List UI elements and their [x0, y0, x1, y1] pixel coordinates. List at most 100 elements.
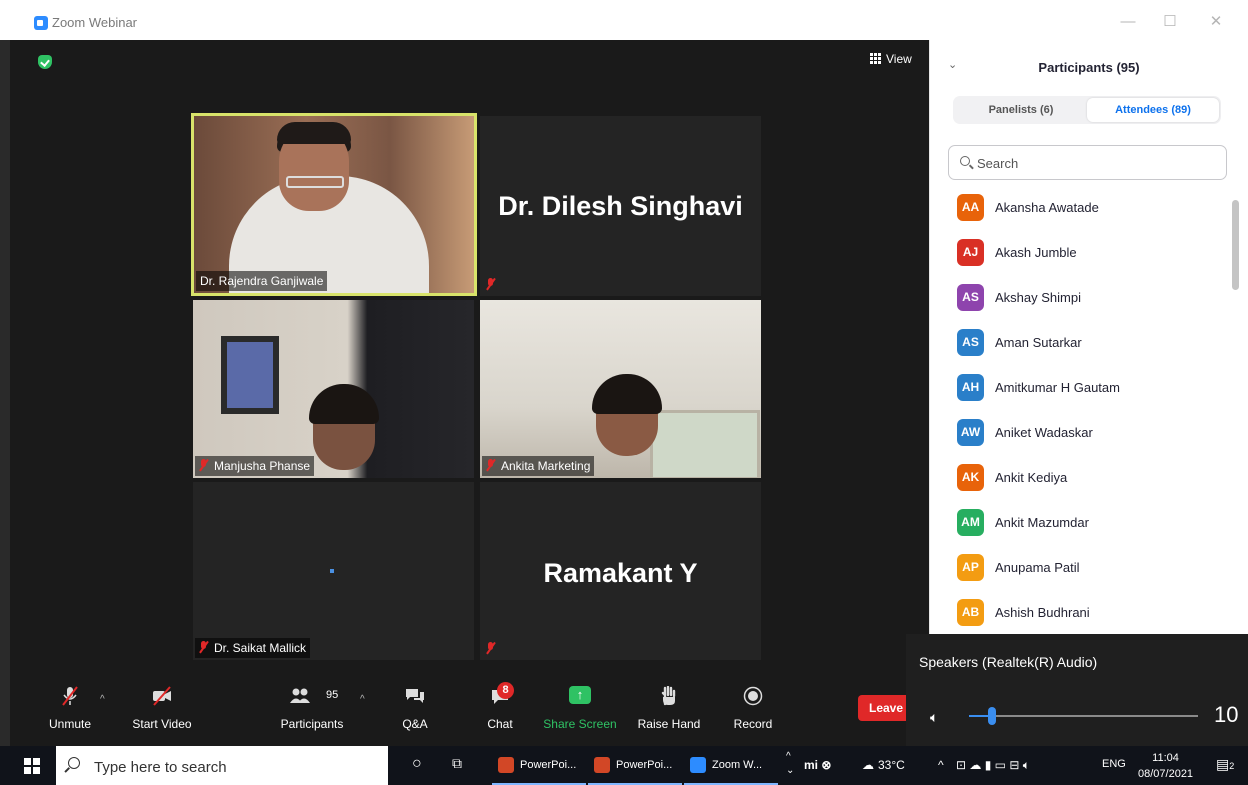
cortana-icon[interactable]: ○	[412, 755, 422, 773]
attendee-name: Akansha Awatade	[995, 200, 1099, 215]
video-wall-frame	[221, 336, 279, 414]
participant-name-tag: Manjusha Phanse	[195, 456, 315, 476]
weather-icon: ☁	[862, 758, 874, 772]
share-screen-button[interactable]: ↑ Share Screen	[540, 676, 620, 746]
video-hair-top	[277, 122, 351, 144]
meeting-toolbar: Unmute ^ Start Video 95 Participants ^ Q…	[10, 676, 929, 746]
mic-off-icon	[62, 686, 78, 706]
taskbar-app-zoom[interactable]: Zoom W...	[684, 746, 778, 785]
attendee-row[interactable]: AS Aman Sutarkar	[930, 320, 1230, 365]
show-hidden-icons-caret-icon[interactable]: ^	[938, 758, 944, 772]
window-title: Zoom Webinar	[52, 15, 138, 30]
tab-attendees[interactable]: Attendees (89)	[1087, 98, 1219, 122]
taskbar-app-powerpoint-2[interactable]: PowerPoi...	[588, 746, 682, 785]
attendee-list-scrollbar[interactable]	[1232, 200, 1239, 290]
unmute-label: Unmute	[48, 717, 92, 731]
attendee-row[interactable]: AK Ankit Kediya	[930, 455, 1230, 500]
zoom-logo-icon	[34, 16, 48, 30]
chat-label: Chat	[487, 717, 513, 731]
video-tile-dilesh[interactable]: Dr. Dilesh Singhavi	[480, 116, 761, 296]
participants-label: Participants	[280, 717, 344, 731]
attendee-name: Anupama Patil	[995, 560, 1080, 575]
video-tile-saikat[interactable]: Dr. Saikat Mallick	[193, 482, 474, 660]
share-screen-icon: ↑	[569, 686, 591, 704]
panel-title: Participants (95)	[1038, 60, 1140, 75]
avatar: AS	[957, 284, 984, 311]
muted-mic-icon	[486, 459, 495, 471]
mi-app-icon[interactable]: mi ⊗	[804, 758, 831, 772]
avatar: AJ	[957, 239, 984, 266]
audio-options-caret-icon[interactable]: ^	[100, 694, 105, 705]
video-tile-ramakant[interactable]: Ramakant Y	[480, 482, 761, 660]
search-icon	[68, 757, 80, 769]
task-view-icon[interactable]: ⧉	[452, 755, 462, 772]
windows-taskbar: Type here to search ○ ⧉ PowerPoi... Powe…	[0, 746, 1248, 785]
attendee-row[interactable]: AB Ashish Budhrani	[930, 590, 1230, 635]
tab-panelists[interactable]: Panelists (6)	[955, 98, 1087, 122]
attendee-row[interactable]: AP Anupama Patil	[930, 545, 1230, 590]
attendee-row[interactable]: AM Ankit Mazumdar	[930, 500, 1230, 545]
participant-name: Dr. Saikat Mallick	[214, 641, 307, 655]
windows-start-icon[interactable]	[24, 758, 40, 774]
maximize-button[interactable]: ☐	[1160, 12, 1180, 32]
record-icon	[743, 686, 763, 706]
taskbar-app-label: PowerPoi...	[520, 759, 577, 771]
participants-button[interactable]: 95 Participants	[272, 676, 352, 746]
notification-center-icon[interactable]: ▤2	[1216, 756, 1234, 773]
participants-options-caret-icon[interactable]: ^	[360, 694, 365, 705]
attendee-row[interactable]: AW Aniket Wadaskar	[930, 410, 1230, 455]
attendee-row[interactable]: AJ Akash Jumble	[930, 230, 1230, 275]
loading-dot	[330, 569, 334, 573]
avatar: AH	[957, 374, 984, 401]
volume-track[interactable]	[969, 715, 1198, 717]
volume-value: 10	[1214, 702, 1239, 727]
attendee-name: Aman Sutarkar	[995, 335, 1082, 350]
zoom-app-icon	[690, 757, 706, 773]
record-label: Record	[733, 717, 773, 731]
video-tile-manjusha[interactable]: Manjusha Phanse	[193, 300, 474, 478]
chat-unread-badge: 8	[497, 682, 514, 699]
clock-time: 11:04	[1152, 752, 1179, 764]
clock-date: 08/07/2021	[1138, 768, 1194, 780]
input-language[interactable]: ENG	[1102, 758, 1126, 770]
raise-hand-label: Raise Hand	[637, 717, 701, 731]
minimize-button[interactable]: —	[1118, 12, 1138, 32]
qa-button[interactable]: Q&A	[390, 676, 440, 746]
speaker-volume-popup: Speakers (Realtek(R) Audio) 🔈︎ 10	[906, 634, 1248, 746]
attendee-row[interactable]: AH Amitkumar H Gautam	[930, 365, 1230, 410]
weather-temperature[interactable]: 33°C	[878, 758, 905, 772]
attendee-row[interactable]: AS Akshay Shimpi	[930, 275, 1230, 320]
muted-mic-icon	[199, 641, 208, 653]
avatar: AM	[957, 509, 984, 536]
unmute-button[interactable]: Unmute	[40, 676, 100, 746]
speaker-icon[interactable]: 🔈︎	[930, 709, 938, 726]
raise-hand-button[interactable]: Raise Hand	[634, 676, 704, 746]
participant-search-box	[948, 145, 1227, 180]
taskbar-search-box[interactable]: Type here to search	[56, 746, 388, 785]
taskbar-app-powerpoint-1[interactable]: PowerPoi...	[492, 746, 586, 785]
participant-tabs: Panelists (6) Attendees (89)	[953, 96, 1221, 124]
start-video-button[interactable]: Start Video	[124, 676, 200, 746]
avatar: AP	[957, 554, 984, 581]
encryption-shield-icon[interactable]	[38, 55, 52, 69]
avatar: AW	[957, 419, 984, 446]
raise-hand-icon	[661, 686, 676, 706]
search-input[interactable]	[975, 152, 1205, 174]
video-tile-ankita[interactable]: Ankita Marketing	[480, 300, 761, 478]
record-button[interactable]: Record	[725, 676, 781, 746]
attendee-row[interactable]: AA Akansha Awatade	[930, 185, 1230, 230]
taskbar-scroll-arrows-icon[interactable]: ^ ⌄	[786, 750, 794, 778]
close-button[interactable]: ✕	[1206, 12, 1226, 32]
view-button[interactable]: View	[870, 52, 912, 66]
attendee-name: Akshay Shimpi	[995, 290, 1081, 305]
share-screen-label: Share Screen	[543, 717, 617, 731]
avatar: AB	[957, 599, 984, 626]
video-tile-rajendra[interactable]: Dr. Rajendra Ganjiwale	[191, 113, 477, 296]
qa-label: Q&A	[402, 717, 428, 731]
attendee-name: Ankit Mazumdar	[995, 515, 1089, 530]
title-bar: Zoom Webinar — ☐ ✕	[0, 0, 1248, 40]
participants-count: 95	[326, 689, 339, 701]
system-tray-icons[interactable]: ⊡ ☁ ▮ ▭ ⊟ 🔈︎	[956, 758, 1030, 773]
volume-slider-thumb[interactable]	[988, 707, 996, 725]
taskbar-clock[interactable]: 11:04 08/07/2021	[1138, 750, 1193, 782]
